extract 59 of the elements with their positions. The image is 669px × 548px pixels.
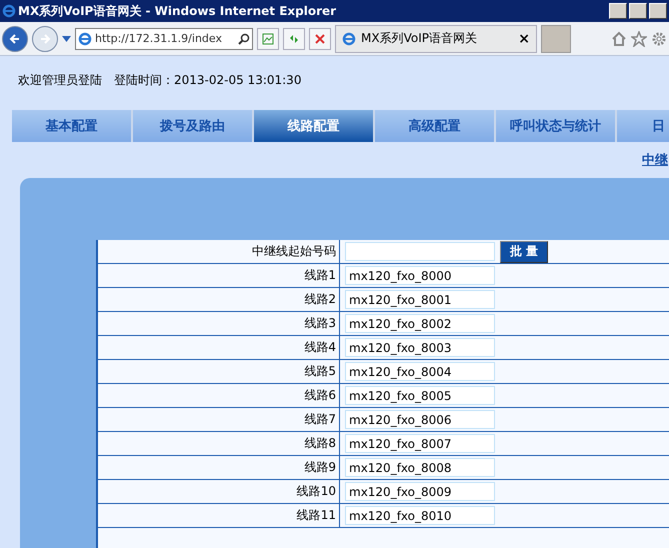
line-label: 线路1: [98, 264, 340, 287]
field-label: 中继线起始号码: [98, 240, 340, 263]
nav-tab[interactable]: 高级配置: [375, 110, 496, 142]
start-number-field[interactable]: [345, 242, 495, 261]
settings-icon[interactable]: [651, 30, 667, 46]
line-label: 线路4: [98, 336, 340, 359]
line-name-field[interactable]: mx120_fxo_8009: [345, 482, 495, 501]
tab-close-button[interactable]: ×: [518, 30, 530, 46]
line-label: 线路7: [98, 408, 340, 431]
back-arrow-icon: [9, 32, 21, 44]
address-field[interactable]: http://172.31.1.9/index: [75, 28, 253, 50]
compatibility-button[interactable]: [257, 28, 279, 50]
refresh-button[interactable]: [283, 28, 305, 50]
back-button[interactable]: [2, 26, 28, 52]
refresh-icon: [288, 32, 300, 44]
line-label: 线路6: [98, 384, 340, 407]
line-label: 线路10: [98, 480, 340, 503]
nav-tab[interactable]: 线路配置: [254, 110, 375, 142]
line-name-field[interactable]: mx120_fxo_8000: [345, 266, 495, 285]
batch-button[interactable]: 批 量: [500, 240, 548, 262]
line-name-field[interactable]: mx120_fxo_8002: [345, 314, 495, 333]
chart-icon: [262, 32, 274, 44]
browser-tab[interactable]: MX系列VoIP语音网关 ×: [335, 24, 537, 52]
sub-link[interactable]: 中继: [642, 151, 668, 169]
line-label: 线路3: [98, 312, 340, 335]
browser-logo-icon: [78, 32, 92, 46]
line-name-field[interactable]: mx120_fxo_8004: [345, 362, 495, 381]
forward-button[interactable]: [32, 26, 58, 52]
line-name-field[interactable]: mx120_fxo_8008: [345, 458, 495, 477]
star-icon[interactable]: [631, 30, 647, 46]
nav-tab[interactable]: 拨号及路由: [133, 110, 254, 142]
line-name-field[interactable]: mx120_fxo_8003: [345, 338, 495, 357]
line-name-field[interactable]: mx120_fxo_8001: [345, 290, 495, 309]
close-button[interactable]: [649, 3, 667, 19]
line-name-field[interactable]: mx120_fxo_8005: [345, 386, 495, 405]
home-icon[interactable]: [611, 30, 627, 46]
line-name-field[interactable]: mx120_fxo_8010: [345, 506, 495, 525]
line-name-field[interactable]: mx120_fxo_8006: [345, 410, 495, 429]
line-label: 线路9: [98, 456, 340, 479]
stop-button[interactable]: [309, 28, 331, 50]
login-time: 登陆时间：2013-02-05 13:01:30: [114, 72, 302, 89]
forward-arrow-icon: [39, 32, 51, 44]
maximize-button[interactable]: [629, 3, 647, 19]
welcome-text: 欢迎管理员登陆: [18, 72, 102, 89]
minimize-button[interactable]: [609, 3, 627, 19]
line-label: 线路5: [98, 360, 340, 383]
stop-icon: [315, 34, 325, 44]
browser-logo-icon: [342, 32, 356, 46]
dropdown-icon[interactable]: [62, 36, 71, 42]
nav-tab[interactable]: 呼叫状态与统计: [496, 110, 617, 142]
line-label: 线路8: [98, 432, 340, 455]
browser-logo-icon: [2, 4, 16, 18]
line-name-field[interactable]: mx120_fxo_8007: [345, 434, 495, 453]
nav-tab[interactable]: 基本配置: [12, 110, 133, 142]
nav-tab[interactable]: 日: [617, 110, 669, 142]
search-icon[interactable]: [238, 32, 250, 44]
line-label: 线路2: [98, 288, 340, 311]
line-label: 线路11: [98, 504, 340, 527]
window-title: MX系列VoIP语音网关 - Windows Internet Explorer: [18, 2, 338, 20]
